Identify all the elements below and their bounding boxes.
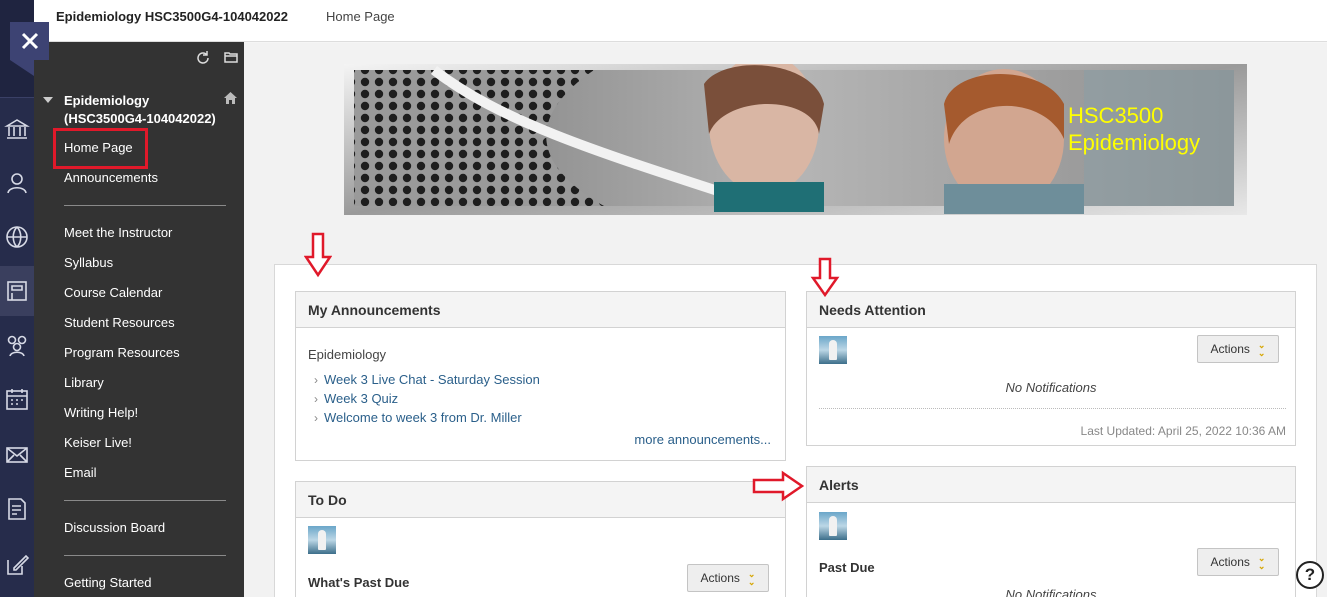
globe-icon[interactable] bbox=[0, 212, 34, 262]
folder-icon[interactable] bbox=[224, 50, 238, 64]
edit-icon[interactable] bbox=[0, 540, 34, 590]
close-course-button[interactable] bbox=[10, 22, 49, 60]
avatar bbox=[819, 512, 847, 540]
menu-item-writing-help[interactable]: Writing Help! bbox=[64, 405, 138, 420]
profile-icon[interactable] bbox=[0, 158, 34, 208]
menu-tools bbox=[196, 50, 238, 64]
menu-item-library[interactable]: Library bbox=[64, 375, 104, 390]
menu-item-meet-the-instructor[interactable]: Meet the Instructor bbox=[64, 225, 172, 240]
annotation-arrow-down-icon bbox=[810, 256, 840, 302]
announcement-link[interactable]: › Week 3 Quiz bbox=[314, 391, 398, 406]
module-title[interactable]: My Announcements bbox=[296, 292, 785, 328]
menu-item-course-calendar[interactable]: Course Calendar bbox=[64, 285, 162, 300]
home-icon[interactable] bbox=[223, 91, 238, 108]
my-announcements-module: My Announcements Epidemiology › Week 3 Li… bbox=[295, 291, 786, 461]
needs-attention-module: Needs Attention Actions ⌄ ⌄ No Notificatio… bbox=[806, 291, 1296, 446]
actions-button[interactable]: Actions ⌄ ⌄ bbox=[1197, 548, 1279, 576]
chevron-right-icon: › bbox=[314, 373, 318, 387]
help-icon[interactable]: ? bbox=[1296, 561, 1324, 589]
to-do-module: To Do Actions ⌄ ⌄ What's Past Due bbox=[295, 481, 786, 597]
institution-icon[interactable] bbox=[0, 104, 34, 154]
no-notifications-text: No Notifications bbox=[1005, 380, 1097, 395]
annotation-arrow-down-icon bbox=[303, 231, 333, 283]
chevron-right-icon: › bbox=[314, 411, 318, 425]
menu-item-keiser-live[interactable]: Keiser Live! bbox=[64, 435, 132, 450]
menu-item-home-page[interactable]: Home Page bbox=[64, 140, 133, 155]
banner-title-line-1: HSC3500 bbox=[1068, 103, 1164, 128]
avatar bbox=[308, 526, 336, 554]
breadcrumb: Home Page bbox=[326, 9, 395, 24]
organizations-icon[interactable] bbox=[0, 320, 34, 370]
annotation-arrow-right-icon bbox=[751, 470, 805, 506]
module-title[interactable]: Alerts bbox=[807, 467, 1295, 503]
global-nav-rail bbox=[0, 0, 34, 597]
menu-item-email[interactable]: Email bbox=[64, 465, 97, 480]
menu-item-discussion-board[interactable]: Discussion Board bbox=[64, 520, 165, 535]
close-icon bbox=[21, 32, 38, 50]
calendar-icon[interactable] bbox=[0, 374, 34, 424]
announcement-link[interactable]: › Welcome to week 3 from Dr. Miller bbox=[314, 410, 522, 425]
menu-item-getting-started[interactable]: Getting Started bbox=[64, 575, 151, 590]
course-menu: Epidemiology (HSC3500G4-104042022) Home … bbox=[34, 42, 244, 597]
close-button-tail bbox=[10, 60, 34, 76]
banner-title-line-2: Epidemiology bbox=[1068, 130, 1201, 155]
refresh-icon[interactable] bbox=[196, 50, 210, 64]
actions-button[interactable]: Actions ⌄ ⌄ bbox=[687, 564, 769, 592]
chevron-right-icon: › bbox=[314, 392, 318, 406]
module-title[interactable]: To Do bbox=[296, 482, 785, 518]
main-content: HSC3500 Epidemiology My Announcements Ep… bbox=[244, 43, 1327, 597]
menu-divider bbox=[64, 555, 226, 556]
course-title[interactable]: Epidemiology HSC3500G4-104042022 bbox=[56, 9, 288, 24]
menu-item-program-resources[interactable]: Program Resources bbox=[64, 345, 180, 360]
actions-button[interactable]: Actions ⌄ ⌄ bbox=[1197, 335, 1279, 363]
menu-item-syllabus[interactable]: Syllabus bbox=[64, 255, 113, 270]
banner-title: HSC3500 Epidemiology bbox=[1068, 102, 1200, 156]
menu-item-announcements[interactable]: Announcements bbox=[64, 170, 158, 185]
past-due-heading[interactable]: What's Past Due bbox=[308, 575, 409, 590]
double-chevron-down-icon: ⌄ ⌄ bbox=[747, 569, 756, 587]
course-banner: HSC3500 Epidemiology bbox=[344, 64, 1247, 215]
collapse-caret-icon[interactable] bbox=[43, 97, 53, 103]
messages-icon[interactable] bbox=[0, 430, 34, 480]
more-announcements-link[interactable]: more announcements... bbox=[634, 432, 771, 447]
last-updated-text: Last Updated: April 25, 2022 10:36 AM bbox=[1080, 424, 1286, 438]
avatar bbox=[819, 336, 847, 364]
no-notifications-text: No Notifications bbox=[1005, 587, 1097, 597]
past-due-heading[interactable]: Past Due bbox=[819, 560, 875, 575]
announcement-course-name: Epidemiology bbox=[308, 347, 387, 362]
alerts-module: Alerts Actions ⌄ ⌄ Past Due No Notificatio… bbox=[806, 466, 1296, 597]
module-title[interactable]: Needs Attention bbox=[807, 292, 1295, 328]
menu-divider bbox=[64, 500, 226, 501]
course-menu-title[interactable]: Epidemiology (HSC3500G4-104042022) bbox=[64, 92, 234, 128]
double-chevron-down-icon: ⌄ ⌄ bbox=[1257, 340, 1266, 358]
menu-item-student-resources[interactable]: Student Resources bbox=[64, 315, 175, 330]
double-chevron-down-icon: ⌄ ⌄ bbox=[1257, 553, 1266, 571]
courses-icon[interactable] bbox=[0, 266, 34, 316]
divider bbox=[819, 408, 1286, 409]
announcement-link[interactable]: › Week 3 Live Chat - Saturday Session bbox=[314, 372, 540, 387]
grades-icon[interactable] bbox=[0, 484, 34, 534]
top-bar: Epidemiology HSC3500G4-104042022 Home Pa… bbox=[34, 0, 1327, 42]
menu-divider bbox=[64, 205, 226, 206]
